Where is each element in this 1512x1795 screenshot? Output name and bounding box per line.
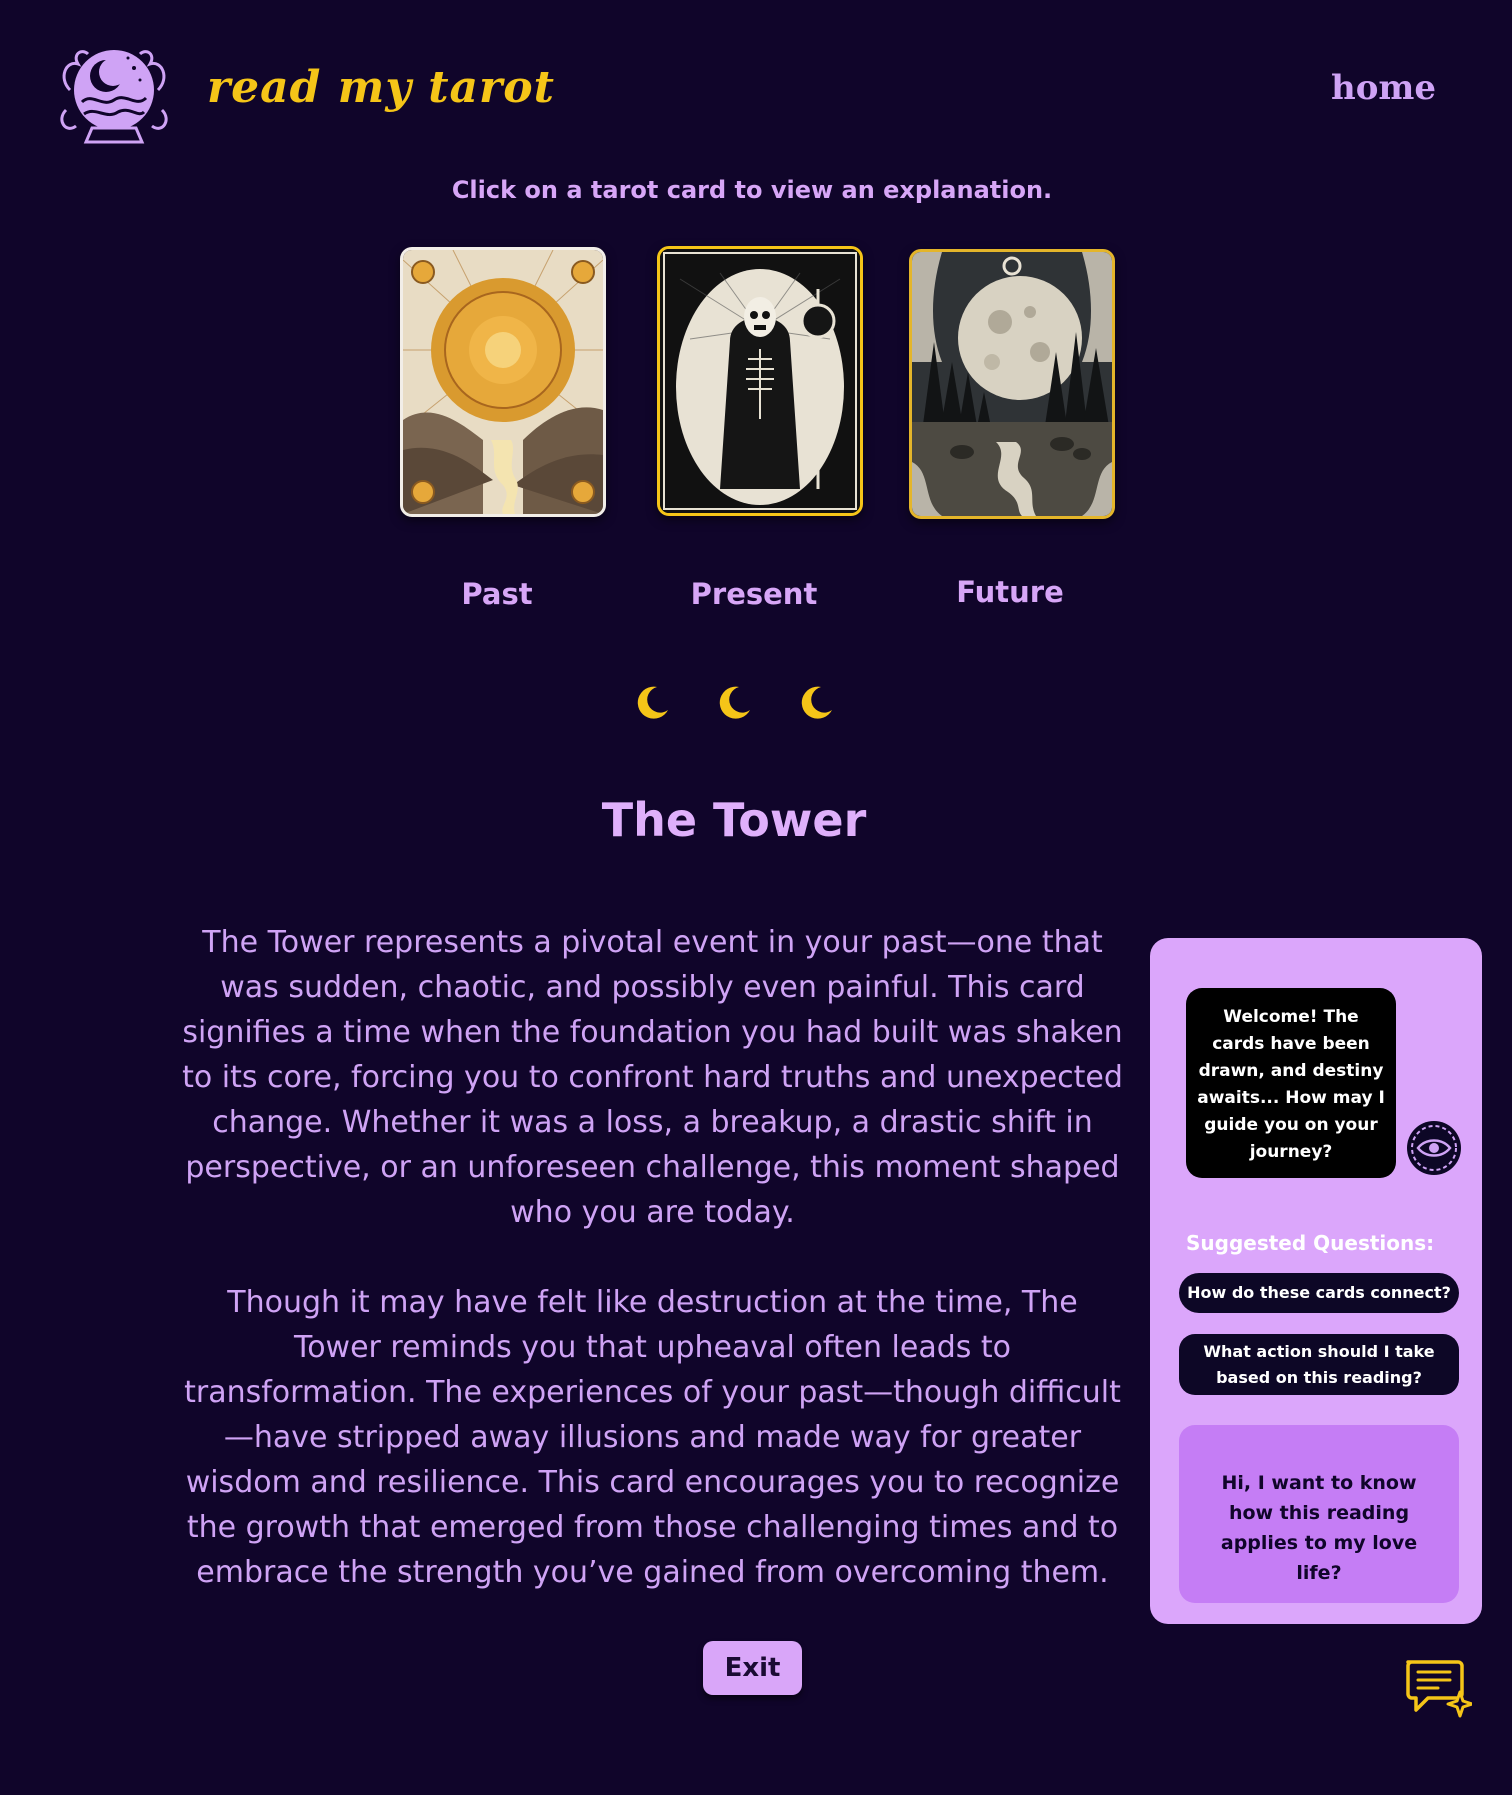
sun-over-valley-card [403,250,603,514]
reading-title: The Tower [601,793,867,847]
chat-sparkle-icon[interactable] [1402,1656,1472,1720]
instruction-text: Click on a tarot card to view an explana… [451,176,1053,204]
bot-message: Welcome! The cards have been drawn, and … [1186,988,1396,1178]
suggested-questions-heading: Suggested Questions: [1186,1231,1435,1255]
suggested-question-chip[interactable]: How do these cards connect? [1179,1273,1459,1313]
crystal-ball-moon-icon[interactable] [52,30,176,150]
future-label: Future [956,575,1064,609]
page: read my tarot home Click on a tarot card… [0,0,1512,1795]
past-card[interactable] [400,247,606,517]
suggested-question-chip[interactable]: What action should I take based on this … [1179,1334,1459,1395]
eye-avatar-icon [1407,1121,1461,1175]
exit-button[interactable]: Exit [703,1641,802,1695]
crescent-moon-icon [719,686,750,719]
present-label: Present [690,577,818,611]
nav-home-link[interactable]: home [1331,68,1436,108]
explanation-paragraph: Though it may have felt like destruction… [184,1285,1121,1590]
moon-progress [632,684,832,724]
death-skeleton-card [660,249,860,513]
chat-message-input[interactable]: Hi, I want to know how this reading appl… [1179,1425,1459,1603]
future-card[interactable] [909,249,1115,519]
chat-panel: Welcome! The cards have been drawn, and … [1150,938,1482,1624]
crescent-moon-icon [637,686,668,719]
moon-over-forest-card [912,252,1112,516]
present-card[interactable] [657,246,863,516]
brand-title[interactable]: read my tarot [207,62,555,113]
past-label: Past [461,577,533,611]
crescent-moon-icon [801,686,832,719]
explanation-paragraph: The Tower represents a pivotal event in … [182,925,1123,1230]
